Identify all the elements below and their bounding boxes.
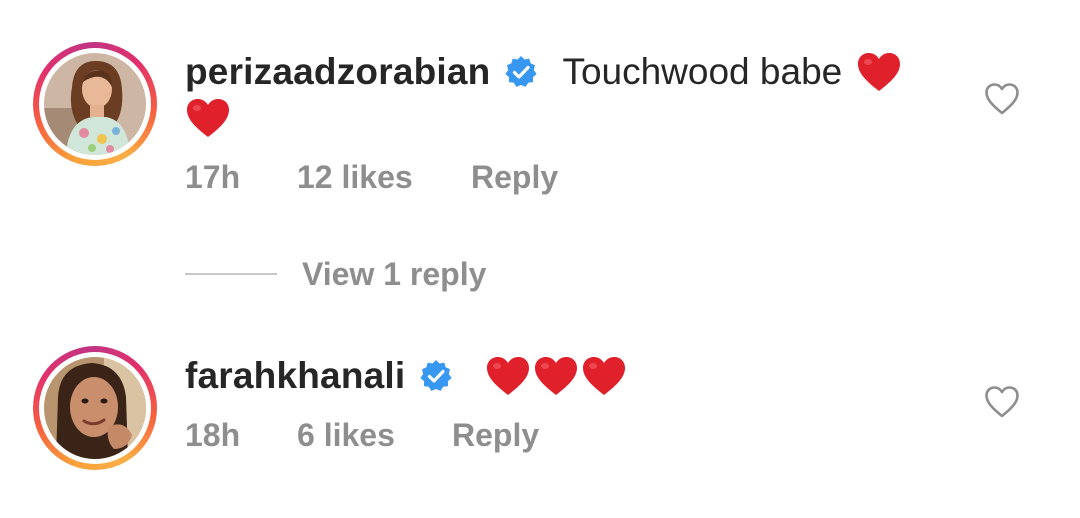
avatar[interactable] [44,53,146,155]
comment-item: farahkhanali 18h 6 likes Reply [0,330,1080,518]
comment-emoji-text [485,355,629,397]
story-ring[interactable] [33,346,157,470]
avatar-photo-icon [44,53,146,155]
comment-time: 17h [185,158,241,195]
story-ring[interactable] [33,42,157,166]
heart-outline-icon[interactable] [984,385,1020,419]
view-replies-label[interactable]: View 1 reply [302,256,486,293]
comment-meta: 17h 12 likes Reply [185,155,558,199]
verified-badge-icon [504,55,538,89]
username[interactable]: perizaadzorabian [185,51,490,93]
red-heart-emoji-icon [533,355,579,397]
reply-button[interactable]: Reply [471,159,558,196]
avatar[interactable] [44,357,146,459]
comment-likes[interactable]: 6 likes [297,417,452,454]
red-heart-emoji-icon [581,355,627,397]
comment-time: 18h [185,416,241,453]
comment-meta: 18h 6 likes Reply [185,413,539,457]
replies-divider [185,273,277,275]
view-replies-button[interactable]: View 1 reply [185,252,486,296]
username[interactable]: farahkhanali [185,355,405,397]
red-heart-emoji-icon [856,51,902,93]
avatar-photo-icon [44,357,146,459]
comment-item: perizaadzorabian Touchwood babe 17h 12 l… [0,0,1080,250]
comment-text: Touchwood babe [562,51,843,92]
red-heart-emoji-icon [185,97,231,139]
comment-likes[interactable]: 12 likes [297,159,471,196]
reply-button[interactable]: Reply [452,417,539,454]
verified-badge-icon [419,359,453,393]
heart-outline-icon[interactable] [984,82,1020,116]
red-heart-emoji-icon [485,355,531,397]
